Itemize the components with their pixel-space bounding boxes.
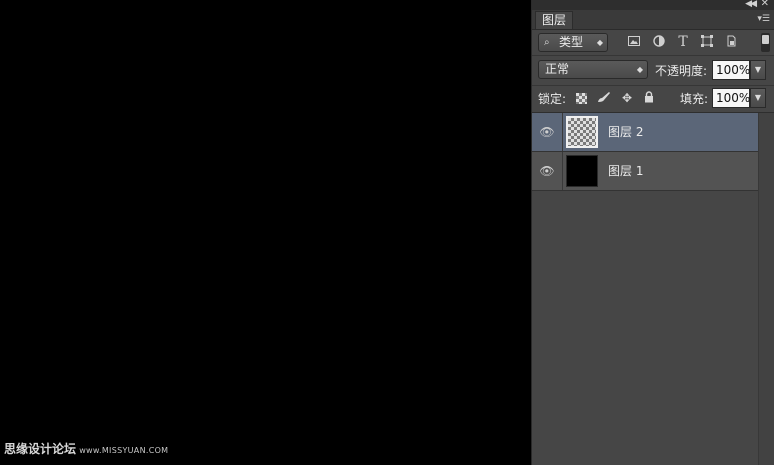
type-filter-icon[interactable]: T [676,35,690,49]
fill-dropdown-button[interactable]: ▼ [750,88,766,108]
document-canvas[interactable]: 思缘设计论坛 www.MISSYUAN.COM [0,0,531,465]
adjustment-filter-icon[interactable] [652,35,666,49]
layer-row-layer-1[interactable]: 👁 图层 1 [532,152,758,191]
visibility-eye-icon[interactable]: 👁 [532,113,563,151]
lock-all-icon[interactable] [642,91,656,105]
fill-label: 填充: [680,92,709,106]
layer-name[interactable]: 图层 2 [608,125,643,139]
tab-layers[interactable]: 图层 [535,11,573,29]
layer-row-layer-2[interactable]: 👁 图层 2 [532,113,758,152]
lock-label: 锁定: [538,92,567,106]
visibility-eye-icon[interactable]: 👁 [532,152,563,190]
layer-list: 👁 图层 2 👁 图层 1 [532,113,758,191]
layer-name[interactable]: 图层 1 [608,164,643,178]
opacity-dropdown-button[interactable]: ▼ [750,60,766,80]
layer-thumbnail [566,155,598,187]
panel-titlebar: ◀◀ ✕ [532,0,774,10]
blend-mode-select[interactable]: 正常 ◆ [538,60,648,79]
panel-tab-row: 图层 ▾☰ [532,10,774,30]
watermark-text: 思缘设计论坛 [4,442,77,456]
filter-toggle-switch[interactable] [761,33,770,52]
lock-transparent-pixels-icon[interactable] [576,93,587,104]
lock-row: 锁定: ✥ 填充: 100% ▼ [532,86,774,113]
opacity-label: 不透明度: [655,64,708,78]
layers-scrollbar[interactable] [758,113,774,465]
watermark: 思缘设计论坛 www.MISSYUAN.COM [4,440,168,457]
lock-image-pixels-icon[interactable] [597,91,611,105]
lock-position-icon[interactable]: ✥ [620,91,634,105]
blend-mode-value: 正常 [545,62,570,76]
smart-object-filter-icon[interactable] [724,35,738,49]
filter-type-select[interactable]: ⌕ 类型 ◆ [538,33,608,52]
image-filter-icon[interactable] [627,35,641,49]
fill-input[interactable]: 100% [712,88,750,108]
shape-filter-icon[interactable] [700,35,714,49]
updown-arrow-icon: ◆ [636,65,643,74]
opacity-input[interactable]: 100% [712,60,750,80]
layer-thumbnail [566,116,598,148]
layers-panel: ◀◀ ✕ 图层 ▾☰ ⌕ 类型 ◆ T 正常 ◆ 不透明度: 100% ▼ 锁定… [531,0,774,465]
search-icon: ⌕ [544,37,550,48]
updown-arrow-icon: ◆ [596,38,603,47]
filter-type-value: 类型 [559,35,584,49]
watermark-url: www.MISSYUAN.COM [79,446,169,455]
filter-row: ⌕ 类型 ◆ T [532,30,774,56]
blend-row: 正常 ◆ 不透明度: 100% ▼ [532,56,774,86]
panel-menu-icon[interactable]: ▾☰ [757,13,770,25]
